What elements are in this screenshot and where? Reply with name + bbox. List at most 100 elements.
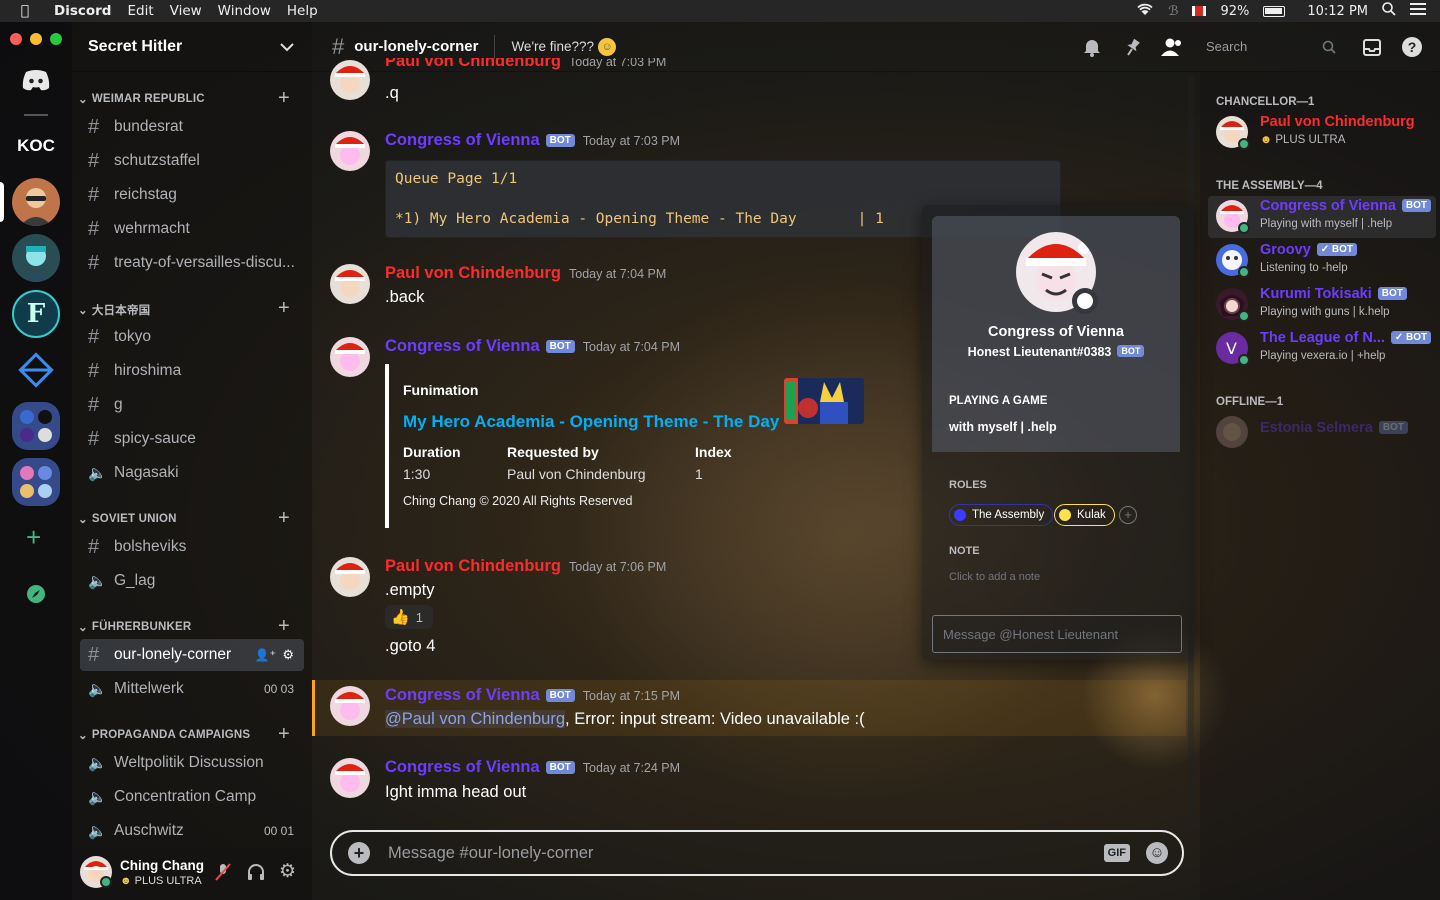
channel-our-lonely-corner[interactable]: # our-lonely-corner 👤⁺ ⚙ [80,639,304,671]
category-fuhrerbunker[interactable]: ⌄ FÜHRERBUNKER + [78,615,290,637]
voice-channel-weltpolitik[interactable]: 🔈 Weltpolitik Discussion [80,747,304,779]
gif-button[interactable]: GIF [1103,844,1130,862]
author-name[interactable]: Paul von Chindenburg [385,557,561,575]
explore-servers-icon[interactable] [26,584,46,609]
member-item-offline[interactable]: Estonia Selmera BOT [1216,412,1436,456]
avatar-congress[interactable] [330,337,370,377]
server-anime[interactable] [12,234,60,282]
discord-home-button[interactable] [12,56,60,104]
reaction-thumbs-up[interactable]: 👍 1 [385,605,433,629]
voice-channel-nagasaki[interactable]: 🔈 Nagasaki [80,457,304,489]
battery-icon[interactable] [1263,5,1286,17]
server-folder-1[interactable] [12,402,60,450]
member-list-icon[interactable] [1160,37,1184,62]
category-propaganda[interactable]: ⌄ PROPAGANDA CAMPAIGNS + [78,723,290,745]
clock[interactable]: 10:12 PM [1307,4,1368,19]
category-weimar-republic[interactable]: ⌄ WEIMAR REPUBLIC + [78,87,290,109]
embed-title-link[interactable]: My Hero Academia - Opening Theme - The D… [403,412,779,432]
add-role-button[interactable]: + [1119,506,1137,524]
window-minimize-button[interactable] [30,33,42,45]
user-settings-icon[interactable]: ⚙ [279,860,296,883]
server-header[interactable]: Secret Hitler [72,22,312,72]
channel-treaty[interactable]: # treaty-of-versailles-discu... [80,247,304,279]
channel-g[interactable]: # g [80,389,304,421]
author-name[interactable]: Congress of Vienna [385,337,540,355]
server-folder-2[interactable] [12,458,60,506]
popout-dm-input[interactable]: Message @Honest Lieutenant [932,615,1182,653]
channel-reichstag[interactable]: # reichstag [80,179,304,211]
menu-edit[interactable]: Edit [127,3,153,19]
add-channel-icon[interactable]: + [278,87,290,110]
server-diamond[interactable] [12,346,60,394]
member-item[interactable]: Groovy ✓ BOT Listening to -help [1216,240,1436,284]
voice-channel-glag[interactable]: 🔈 G_lag [80,565,304,597]
avatar-paul[interactable] [330,264,370,304]
category-japan[interactable]: ⌄ 大日本帝国 + [78,297,290,319]
flag-icon[interactable] [1192,6,1207,16]
member-item[interactable]: V The League of N... ✓ BOT Playing vexera… [1216,328,1436,372]
invite-icon[interactable]: 👤⁺ [255,648,276,662]
popout-tag[interactable]: Honest Lieutenant#0383 [968,345,1112,359]
channel-spicy-sauce[interactable]: # spicy-sauce [80,423,304,455]
avatar-paul[interactable] [330,557,370,597]
channel-schutzstaffel[interactable]: # schutzstaffel [80,145,304,177]
search-box[interactable]: Search [1200,34,1344,60]
voice-channel-mittelwerk[interactable]: 🔈 Mittelwerk 00 03 [80,673,304,705]
control-center-icon[interactable] [1410,3,1426,19]
channel-topic[interactable]: We're fine??? [511,39,594,54]
help-icon[interactable]: ? [1402,37,1422,57]
server-secret-hitler[interactable] [12,178,60,226]
menu-help[interactable]: Help [287,3,318,19]
menu-view[interactable]: View [170,3,202,19]
member-item[interactable]: Kurumi Tokisaki BOT Playing with guns | k… [1216,284,1436,328]
channel-tokyo[interactable]: # tokyo [80,321,304,353]
author-name[interactable]: Congress of Vienna [385,686,540,704]
add-channel-icon[interactable]: + [278,297,290,320]
server-f[interactable]: F [12,290,60,338]
author-name[interactable]: Congress of Vienna [385,131,540,149]
chevron-down-icon[interactable] [280,39,294,57]
author-name[interactable]: Paul von Chindenburg [385,264,561,282]
upload-plus-icon[interactable]: + [348,842,370,864]
inbox-icon[interactable] [1362,37,1382,62]
channel-bundesrat[interactable]: # bundesrat [80,111,304,143]
emoji-icon[interactable]: ☺ [1146,842,1168,864]
pin-icon[interactable] [1122,37,1142,62]
menu-app-name[interactable]: Discord [54,3,111,19]
avatar-congress[interactable] [330,758,370,798]
add-channel-icon[interactable]: + [278,507,290,530]
apple-icon[interactable]:  [14,3,36,19]
add-server-icon[interactable]: + [26,522,41,553]
headphones-icon[interactable] [246,862,266,887]
member-item[interactable]: Congress of Vienna BOT Playing with mysel… [1216,196,1436,240]
category-soviet-union[interactable]: ⌄ SOVIET UNION + [78,507,290,529]
channel-bolsheviks[interactable]: # bolsheviks [80,531,304,563]
message-author[interactable]: Paul von Chindenburg Today at 7:03 PM [385,58,666,72]
wifi-icon[interactable] [1136,2,1154,20]
add-channel-icon[interactable]: + [278,723,290,746]
voice-channel-auschwitz[interactable]: 🔈 Auschwitz 00 01 [80,815,304,847]
add-channel-icon[interactable]: + [278,615,290,638]
member-item[interactable]: Paul von Chindenburg ☻ PLUS ULTRA [1216,112,1436,156]
bluetooth-icon[interactable]: ℬ [1168,4,1178,19]
spotlight-icon[interactable] [1382,2,1396,20]
avatar-congress[interactable] [330,686,370,726]
notification-bell-icon[interactable] [1082,37,1102,62]
author-name[interactable]: Congress of Vienna [385,758,540,776]
window-close-button[interactable] [10,33,22,45]
message-input-box[interactable]: + Message #our-lonely-corner GIF ☺ [330,830,1184,876]
avatar-congress[interactable] [330,131,370,171]
voice-channel-concentration[interactable]: 🔈 Concentration Camp [80,781,304,813]
mute-mic-icon[interactable] [214,862,232,887]
avatar-paul[interactable] [330,60,370,100]
window-zoom-button[interactable] [50,33,62,45]
embed-thumbnail[interactable] [784,378,864,424]
note-input[interactable]: Click to add a note [949,571,1040,583]
channel-wehrmacht[interactable]: # wehrmacht [80,213,304,245]
server-koc[interactable]: KOC [12,122,60,170]
gear-icon[interactable]: ⚙ [282,647,294,663]
role-pill[interactable]: The Assembly [949,504,1054,526]
role-pill[interactable]: Kulak [1054,504,1115,526]
menu-window[interactable]: Window [218,3,271,19]
channel-hiroshima[interactable]: # hiroshima [80,355,304,387]
